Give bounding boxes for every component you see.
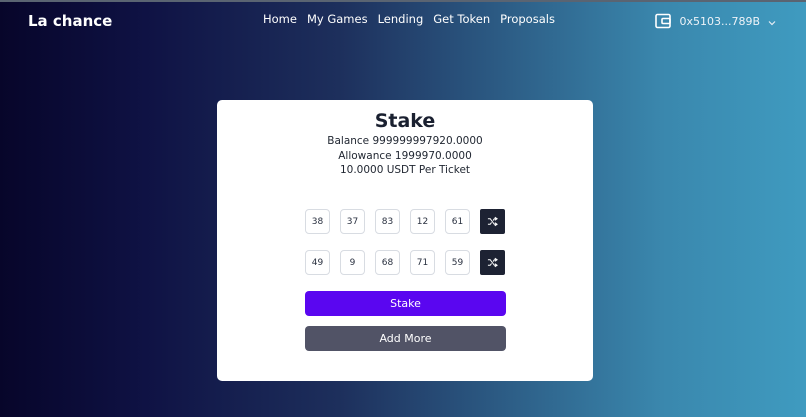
allowance-text: Allowance 1999970.0000 — [338, 150, 472, 162]
nav-link-lending[interactable]: Lending — [378, 12, 424, 26]
ticket-number[interactable]: 9 — [340, 250, 365, 275]
top-navbar: La chance Home My Games Lending Get Toke… — [0, 0, 806, 44]
nav-link-get-token[interactable]: Get Token — [433, 12, 490, 26]
brand-logo[interactable]: La chance — [28, 12, 112, 30]
shuffle-icon — [487, 216, 498, 227]
ticket-row-2: 49 9 68 71 59 — [305, 250, 505, 275]
ticket-number[interactable]: 59 — [445, 250, 470, 275]
wallet-address: 0x5103...789B — [679, 14, 760, 28]
ticket-number[interactable]: 61 — [445, 209, 470, 234]
nav-link-home[interactable]: Home — [263, 12, 297, 26]
shuffle-button[interactable] — [480, 209, 505, 234]
ticket-number[interactable]: 49 — [305, 250, 330, 275]
stake-card: Stake Balance 999999997920.0000 Allowanc… — [217, 100, 593, 381]
add-more-button[interactable]: Add More — [305, 326, 506, 351]
ticket-number[interactable]: 37 — [340, 209, 365, 234]
nav-link-proposals[interactable]: Proposals — [500, 12, 555, 26]
ticket-number[interactable]: 12 — [410, 209, 435, 234]
ticket-row-1: 38 37 83 12 61 — [305, 209, 505, 234]
shuffle-icon — [487, 257, 498, 268]
shuffle-button[interactable] — [480, 250, 505, 275]
nav-link-my-games[interactable]: My Games — [307, 12, 368, 26]
ticket-number[interactable]: 71 — [410, 250, 435, 275]
ticket-number[interactable]: 38 — [305, 209, 330, 234]
wallet-button[interactable]: 0x5103...789B — [655, 13, 776, 29]
nav-links: Home My Games Lending Get Token Proposal… — [263, 12, 555, 26]
ticket-number[interactable]: 83 — [375, 209, 400, 234]
stake-button[interactable]: Stake — [305, 291, 506, 316]
wallet-icon — [655, 13, 672, 29]
card-title: Stake — [374, 110, 436, 132]
chevron-down-icon — [768, 17, 776, 26]
ticket-number[interactable]: 68 — [375, 250, 400, 275]
ticket-price-text: 10.0000 USDT Per Ticket — [339, 164, 471, 176]
balance-text: Balance 999999997920.0000 — [327, 135, 483, 147]
